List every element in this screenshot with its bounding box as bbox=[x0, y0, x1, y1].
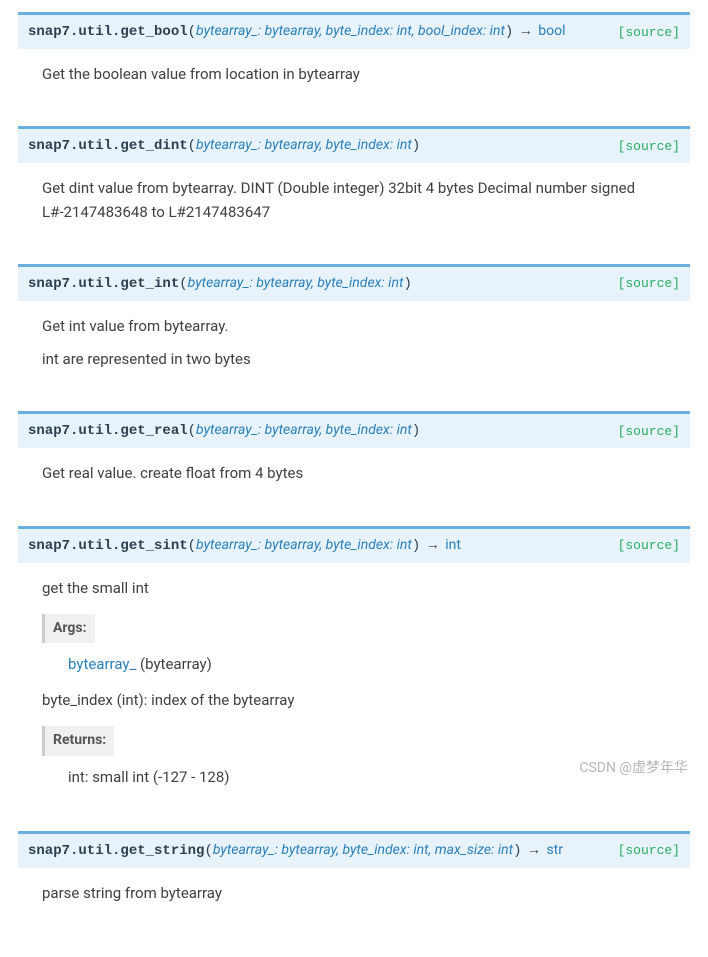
function-get-int: snap7.util.get_int(bytearray_: bytearray… bbox=[18, 264, 690, 386]
desc-text: Get dint value from bytearray. DINT (Dou… bbox=[42, 177, 690, 224]
paren-open: ( bbox=[188, 423, 196, 439]
function-name: get_sint bbox=[120, 538, 187, 554]
paren-close: ) bbox=[412, 423, 420, 439]
source-link[interactable]: [source] bbox=[606, 276, 680, 291]
params: bytearray_: bytearray, byte_index: int bbox=[188, 275, 404, 291]
function-get-dint: snap7.util.get_dint(bytearray_: bytearra… bbox=[18, 126, 690, 238]
paren-open: ( bbox=[204, 843, 212, 859]
paren-close: ) bbox=[403, 276, 411, 292]
function-name: get_dint bbox=[120, 138, 187, 154]
module-path: snap7.util. bbox=[28, 276, 120, 292]
return-type: bool bbox=[538, 23, 565, 39]
returns-header: Returns: bbox=[42, 726, 114, 756]
paren-open: ( bbox=[188, 138, 196, 154]
description: Get the boolean value from location in b… bbox=[18, 49, 690, 100]
params: bytearray_: bytearray, byte_index: int bbox=[196, 422, 412, 438]
params: bytearray_: bytearray, byte_index: int bbox=[196, 137, 412, 153]
signature: snap7.util.get_bool(bytearray_: bytearra… bbox=[28, 21, 566, 43]
function-name: get_int bbox=[120, 276, 179, 292]
paren-close: ) bbox=[412, 538, 420, 554]
desc-text: Get real value. create float from 4 byte… bbox=[42, 462, 690, 485]
param-rest: (bytearray) bbox=[136, 655, 212, 673]
module-path: snap7.util. bbox=[28, 538, 120, 554]
source-link[interactable]: [source] bbox=[606, 25, 680, 40]
signature-header: snap7.util.get_bool(bytearray_: bytearra… bbox=[18, 12, 690, 49]
desc-text: parse string from bytearray bbox=[42, 882, 690, 905]
arrow-icon: → bbox=[513, 23, 538, 39]
arrow-icon: → bbox=[420, 537, 445, 553]
params: bytearray_: bytearray, byte_index: int bbox=[196, 537, 412, 553]
arrow-icon: → bbox=[521, 842, 546, 858]
source-link[interactable]: [source] bbox=[606, 424, 680, 439]
signature-header: snap7.util.get_real(bytearray_: bytearra… bbox=[18, 411, 690, 448]
function-name: get_real bbox=[120, 423, 187, 439]
module-path: snap7.util. bbox=[28, 24, 120, 40]
args-header: Args: bbox=[42, 614, 95, 644]
signature: snap7.util.get_int(bytearray_: bytearray… bbox=[28, 273, 412, 295]
function-get-sint: snap7.util.get_sint(bytearray_: bytearra… bbox=[18, 526, 690, 805]
source-link[interactable]: [source] bbox=[606, 139, 680, 154]
paren-open: ( bbox=[188, 24, 196, 40]
desc-text: Get int value from bytearray. bbox=[42, 315, 690, 338]
source-link[interactable]: [source] bbox=[606, 843, 680, 858]
desc-text: Get the boolean value from location in b… bbox=[42, 63, 690, 86]
args-body: bytearray_ (bytearray) bbox=[68, 653, 690, 676]
description: Get int value from bytearray. int are re… bbox=[18, 301, 690, 386]
return-type: str bbox=[546, 842, 563, 858]
params: bytearray_: bytearray, byte_index: int, … bbox=[196, 23, 505, 39]
function-get-bool: snap7.util.get_bool(bytearray_: bytearra… bbox=[18, 12, 690, 100]
signature-header: snap7.util.get_string(bytearray_: bytear… bbox=[18, 831, 690, 868]
function-get-string: snap7.util.get_string(bytearray_: bytear… bbox=[18, 831, 690, 919]
signature-header: snap7.util.get_sint(bytearray_: bytearra… bbox=[18, 526, 690, 563]
signature: snap7.util.get_dint(bytearray_: bytearra… bbox=[28, 135, 420, 157]
source-link[interactable]: [source] bbox=[606, 538, 680, 553]
args-line2: byte_index (int): index of the bytearray bbox=[42, 689, 690, 712]
function-name: get_bool bbox=[120, 24, 187, 40]
description: get the small int Args: bytearray_ (byte… bbox=[18, 563, 690, 805]
module-path: snap7.util. bbox=[28, 423, 120, 439]
signature: snap7.util.get_string(bytearray_: bytear… bbox=[28, 840, 563, 862]
signature: snap7.util.get_real(bytearray_: bytearra… bbox=[28, 420, 420, 442]
description: Get real value. create float from 4 byte… bbox=[18, 448, 690, 499]
param-link[interactable]: bytearray_ bbox=[68, 655, 136, 673]
desc-text: get the small int bbox=[42, 577, 690, 600]
paren-open: ( bbox=[179, 276, 187, 292]
module-path: snap7.util. bbox=[28, 843, 120, 859]
description: Get dint value from bytearray. DINT (Dou… bbox=[18, 163, 690, 238]
return-type: int bbox=[445, 537, 461, 553]
returns-body: int: small int (-127 - 128) bbox=[68, 766, 690, 789]
paren-close: ) bbox=[412, 138, 420, 154]
description: parse string from bytearray bbox=[18, 868, 690, 919]
function-name: get_string bbox=[120, 843, 204, 859]
signature: snap7.util.get_sint(bytearray_: bytearra… bbox=[28, 535, 461, 557]
signature-header: snap7.util.get_int(bytearray_: bytearray… bbox=[18, 264, 690, 301]
paren-open: ( bbox=[188, 538, 196, 554]
params: bytearray_: bytearray, byte_index: int, … bbox=[213, 842, 513, 858]
signature-header: snap7.util.get_dint(bytearray_: bytearra… bbox=[18, 126, 690, 163]
function-get-real: snap7.util.get_real(bytearray_: bytearra… bbox=[18, 411, 690, 499]
desc-text: int are represented in two bytes bbox=[42, 348, 690, 371]
module-path: snap7.util. bbox=[28, 138, 120, 154]
